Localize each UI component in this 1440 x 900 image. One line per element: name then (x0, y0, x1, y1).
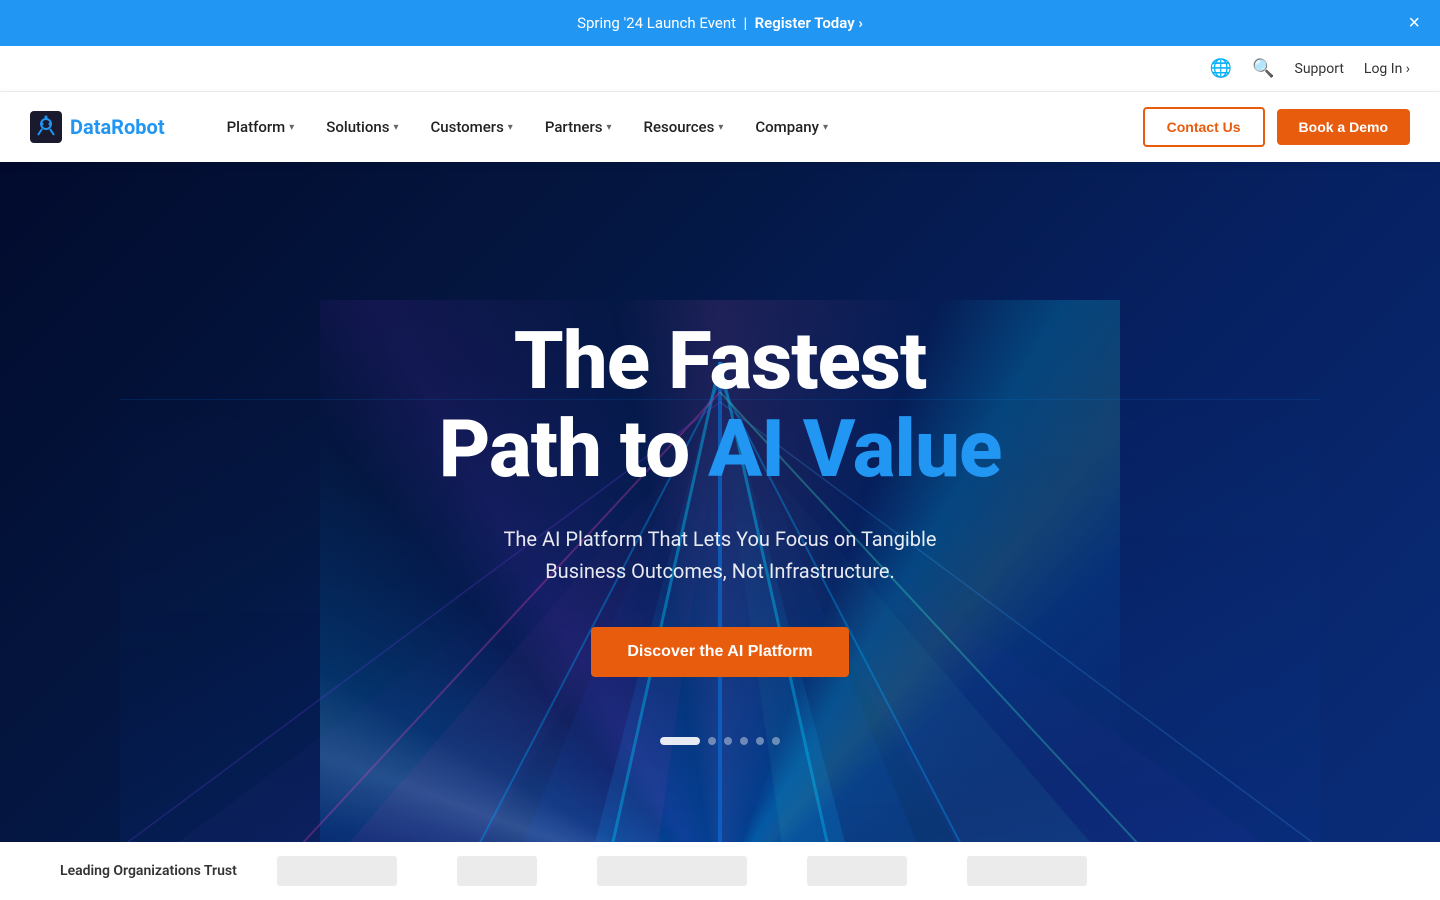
trust-logo-1 (277, 856, 397, 886)
book-demo-button[interactable]: Book a Demo (1277, 109, 1410, 145)
carousel-dot-1[interactable] (660, 737, 700, 745)
main-nav: DataRobot Platform ▾ Solutions ▾ Custome… (0, 92, 1440, 162)
nav-item-partners[interactable]: Partners ▾ (533, 110, 624, 144)
utility-bar: 🌐 🔍 Support Log In (0, 46, 1440, 92)
nav-actions: Contact Us Book a Demo (1143, 107, 1410, 147)
trust-bar: Leading Organizations Trust (0, 842, 1440, 900)
trust-logo-5 (967, 856, 1087, 886)
hero-ai-value-text: AI Value (708, 402, 1001, 496)
nav-item-platform[interactable]: Platform ▾ (215, 110, 307, 144)
carousel-dot-2[interactable] (708, 737, 716, 745)
announcement-text: Spring '24 Launch Event | Register Today (577, 14, 863, 32)
chevron-down-icon: ▾ (508, 122, 513, 133)
contact-us-button[interactable]: Contact Us (1143, 107, 1265, 147)
trust-logos (277, 856, 1087, 886)
carousel-dot-3[interactable] (724, 737, 732, 745)
chevron-down-icon: ▾ (393, 122, 398, 133)
hero-section: The Fastest Path to AI Value The AI Plat… (0, 162, 1440, 900)
trust-logo-4 (807, 856, 907, 886)
carousel-dot-4[interactable] (740, 737, 748, 745)
hero-content: The Fastest Path to AI Value The AI Plat… (439, 317, 1002, 745)
chevron-down-icon: ▾ (606, 122, 611, 133)
carousel-dot-6[interactable] (772, 737, 780, 745)
hero-title-line1: The Fastest (439, 317, 1002, 405)
chevron-down-icon: ▾ (718, 122, 723, 133)
chevron-down-icon: ▾ (823, 122, 828, 133)
trust-logo-2 (457, 856, 537, 886)
login-link[interactable]: Log In (1364, 61, 1410, 77)
announcement-close-button[interactable]: × (1408, 12, 1420, 35)
search-icon[interactable]: 🔍 (1252, 58, 1274, 79)
nav-links: Platform ▾ Solutions ▾ Customers ▾ Partn… (215, 110, 1143, 144)
trust-label: Leading Organizations Trust (60, 863, 237, 879)
logo-icon (30, 111, 62, 143)
announcement-bar: Spring '24 Launch Event | Register Today… (0, 0, 1440, 46)
carousel-dot-5[interactable] (756, 737, 764, 745)
chevron-down-icon: ▾ (289, 122, 294, 133)
hero-subtitle: The AI Platform That Lets You Focus on T… (439, 523, 1002, 587)
globe-icon[interactable]: 🌐 (1210, 58, 1232, 79)
support-link[interactable]: Support (1295, 61, 1344, 77)
discover-platform-button[interactable]: Discover the AI Platform (591, 627, 848, 677)
nav-item-resources[interactable]: Resources ▾ (632, 110, 736, 144)
carousel-dots (439, 737, 1002, 745)
nav-item-customers[interactable]: Customers ▾ (418, 110, 524, 144)
hero-title-line2: Path to AI Value (439, 405, 1002, 493)
register-link[interactable]: Register Today (755, 14, 863, 32)
nav-item-company[interactable]: Company ▾ (743, 110, 840, 144)
logo[interactable]: DataRobot (30, 111, 165, 143)
trust-logo-3 (597, 856, 747, 886)
nav-item-solutions[interactable]: Solutions ▾ (314, 110, 410, 144)
logo-text: DataRobot (70, 115, 165, 139)
